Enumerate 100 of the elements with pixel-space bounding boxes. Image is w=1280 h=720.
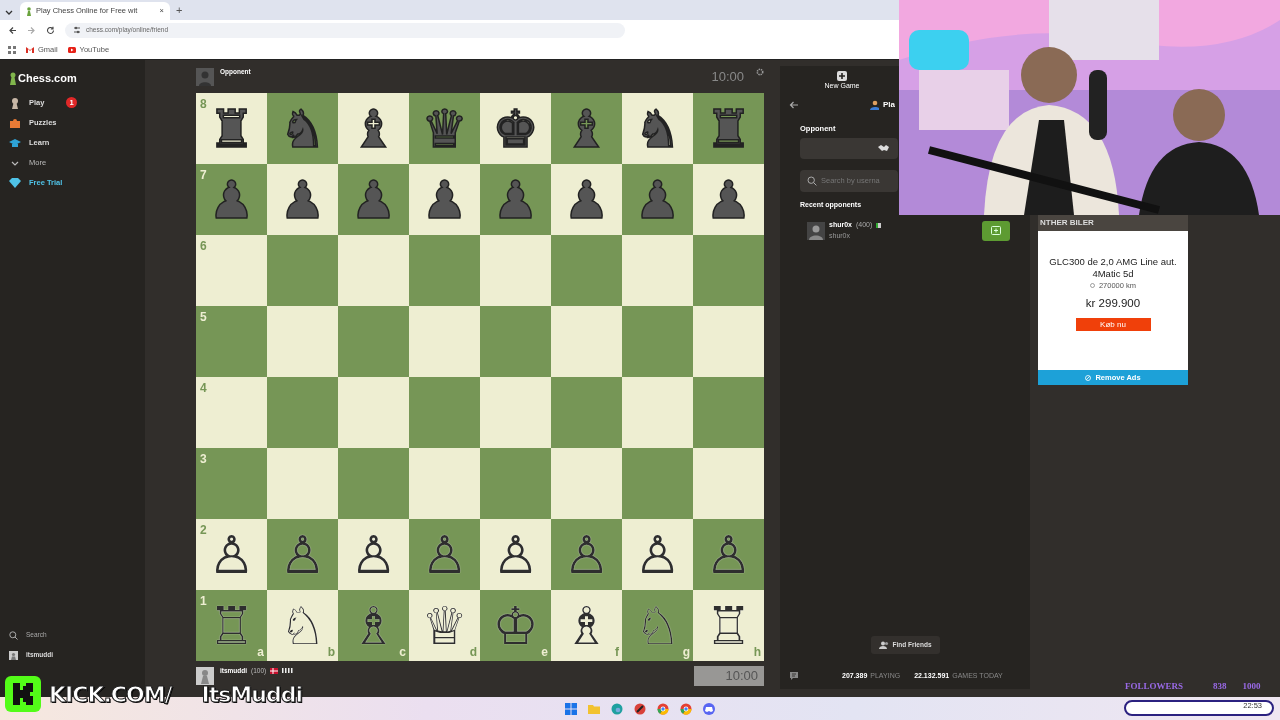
windows-icon[interactable]	[565, 702, 577, 715]
chess-piece[interactable]: ♟	[563, 173, 610, 226]
chess-piece[interactable]: ♟	[421, 173, 468, 226]
board-square[interactable]	[338, 235, 409, 306]
board-square[interactable]	[338, 377, 409, 448]
prohibited-icon	[1085, 374, 1092, 381]
file-label: e	[541, 644, 548, 661]
file-label: b	[327, 644, 335, 661]
chess-piece[interactable]: ♖	[705, 599, 752, 652]
board-square[interactable]	[338, 306, 409, 377]
chess-piece[interactable]: ♘	[634, 599, 681, 652]
board-square[interactable]	[622, 235, 693, 306]
new-tab-button[interactable]: +	[176, 1, 183, 19]
board-square[interactable]	[409, 377, 480, 448]
handshake-icon	[878, 144, 889, 153]
board-square[interactable]: ♙	[622, 519, 693, 590]
board-square[interactable]	[267, 235, 338, 306]
board-square[interactable]	[409, 448, 480, 519]
board-square[interactable]	[267, 448, 338, 519]
board-square[interactable]: ♟	[693, 164, 764, 235]
board-square[interactable]	[693, 306, 764, 377]
browser-icon[interactable]	[657, 702, 669, 715]
board-square[interactable]	[409, 235, 480, 306]
board-square[interactable]	[267, 377, 338, 448]
chat-icon[interactable]	[790, 671, 798, 680]
board-square[interactable]	[693, 235, 764, 306]
rank-label: 7	[200, 167, 207, 184]
apps-icon[interactable]	[8, 45, 16, 54]
chess-piece[interactable]: ♘	[279, 599, 326, 652]
board-square[interactable]	[693, 377, 764, 448]
reload-icon[interactable]	[46, 25, 55, 35]
chess-piece[interactable]: ♙	[705, 528, 752, 581]
chess-piece[interactable]: ♗	[350, 599, 397, 652]
board-square[interactable]: ♙	[693, 519, 764, 590]
chess-piece[interactable]: ♝	[350, 102, 397, 155]
app-icon[interactable]	[634, 702, 646, 715]
chess-piece[interactable]: ♙	[350, 528, 397, 581]
pawn-icon	[9, 71, 17, 85]
invite-button[interactable]	[800, 137, 898, 159]
board-square[interactable]	[338, 448, 409, 519]
chess-piece[interactable]: ♙	[563, 528, 610, 581]
board-square[interactable]	[480, 377, 551, 448]
board-square[interactable]	[693, 448, 764, 519]
board-square[interactable]	[551, 306, 622, 377]
board-square[interactable]: ♙	[551, 519, 622, 590]
chess-piece[interactable]: ♕	[421, 599, 468, 652]
chess-piece[interactable]: ♙	[279, 528, 326, 581]
board-square[interactable]	[551, 448, 622, 519]
rank-label: 3	[200, 451, 207, 468]
board-square[interactable]	[622, 448, 693, 519]
chess-piece[interactable]: ♟	[705, 173, 752, 226]
chess-piece[interactable]: ♔	[492, 599, 539, 652]
settings-icon[interactable]	[756, 68, 764, 76]
file-label: g	[682, 644, 690, 661]
person-icon	[869, 99, 879, 110]
board-square[interactable]	[622, 377, 693, 448]
back-arrow-icon[interactable]	[789, 100, 799, 109]
board-square[interactable]: ♙	[338, 519, 409, 590]
chess-piece[interactable]: ♙	[421, 528, 468, 581]
chess-piece[interactable]: ♖	[208, 599, 255, 652]
board-square[interactable]	[267, 306, 338, 377]
board-square[interactable]	[551, 377, 622, 448]
chess-piece[interactable]: ♙	[492, 528, 539, 581]
chat-app-icon[interactable]	[703, 702, 715, 715]
board-square[interactable]: ♟	[551, 164, 622, 235]
logo[interactable]: Chess.com	[0, 70, 145, 93]
flag-icon	[270, 667, 279, 674]
chess-piece[interactable]: ♚	[492, 102, 539, 155]
board-square[interactable]: ♝	[338, 93, 409, 164]
challenge-button[interactable]	[982, 220, 1010, 241]
folder-icon[interactable]	[588, 702, 600, 715]
board-square[interactable]	[480, 235, 551, 306]
chess-piece[interactable]: ♟	[279, 173, 326, 226]
avatar-icon	[9, 650, 18, 660]
buy-button[interactable]: Køb nu	[1075, 318, 1151, 332]
browser-icon[interactable]	[680, 702, 692, 715]
board-square[interactable]: ♙	[267, 519, 338, 590]
board-square[interactable]: ♙	[409, 519, 480, 590]
rank-label: 6	[200, 238, 207, 255]
file-label: f	[615, 644, 619, 661]
board-square[interactable]	[480, 306, 551, 377]
signal-icon	[282, 668, 295, 674]
search-icon	[807, 175, 817, 186]
board-square[interactable]	[480, 448, 551, 519]
board-square[interactable]: ♙	[480, 519, 551, 590]
chess-piece[interactable]: ♞	[634, 102, 681, 155]
chess-piece[interactable]: ♙	[634, 528, 681, 581]
back-icon[interactable]	[8, 25, 17, 35]
board-square[interactable]	[551, 235, 622, 306]
board-square[interactable]	[622, 306, 693, 377]
board-square[interactable]	[409, 306, 480, 377]
chess-piece[interactable]: ♙	[208, 528, 255, 581]
board-square[interactable]: ♞	[622, 93, 693, 164]
browser-icon[interactable]	[611, 702, 623, 715]
board-square[interactable]: ♟	[267, 164, 338, 235]
board-square[interactable]: ♚	[480, 93, 551, 164]
chess-piece[interactable]: ♗	[563, 599, 610, 652]
board-square[interactable]: ♟	[409, 164, 480, 235]
chess-piece[interactable]: ♜	[208, 102, 255, 155]
forward-icon[interactable]	[27, 25, 36, 35]
